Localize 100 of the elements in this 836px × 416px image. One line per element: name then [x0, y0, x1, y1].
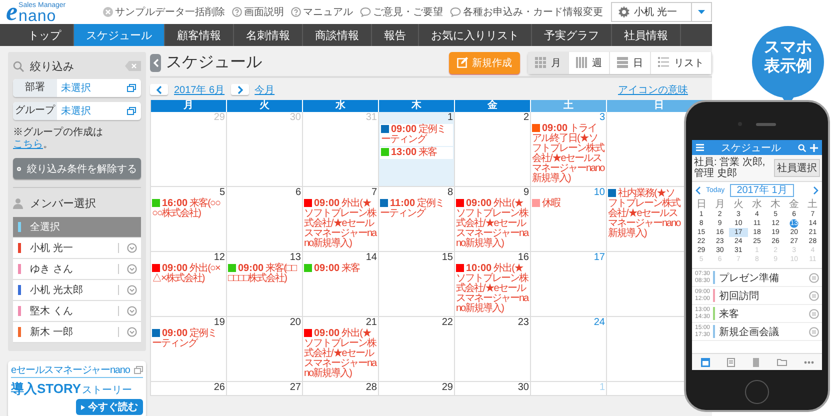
- view-tab[interactable]: リスト: [651, 52, 712, 74]
- calendar-event[interactable]: 09:00 トライアル終了日(★ソフトブレーン株式会社/★eセールスマネージャーnano新規導入): [532, 124, 605, 184]
- staff-label: 社員: 営業 次郎,管理 史郎: [694, 157, 766, 179]
- calendar-event[interactable]: 09:00 外出(★ソフトブレーン株式会社/★eセールスマネージャーnano新規導入): [304, 329, 377, 379]
- chevron-right-icon: [236, 84, 244, 94]
- day-number: 26: [212, 383, 225, 393]
- day-number: 30: [288, 113, 301, 123]
- read-now-button[interactable]: 今すぐ読む: [76, 399, 143, 415]
- weekday-label: 日: [695, 199, 708, 210]
- chevron-left-icon[interactable]: [695, 186, 701, 195]
- search-icon[interactable]: [798, 144, 806, 152]
- day-number: 29: [212, 113, 225, 123]
- header-link[interactable]: サンプルデータ一括削除: [103, 5, 226, 19]
- field-value: 未選択: [60, 82, 92, 95]
- promo-banner[interactable]: eセールスマネージャーnano 導入STORYストーリー 今すぐ読む: [8, 361, 146, 416]
- member-item[interactable]: 小机 光太郎: [13, 280, 141, 301]
- day-number: 29: [440, 383, 453, 393]
- calendar-event[interactable]: 09:00 外出(○×△×株式会社): [152, 264, 225, 284]
- folder-icon[interactable]: [776, 358, 786, 366]
- calendar-event[interactable]: 09:00 来客(□□□□□□株式会社): [228, 264, 301, 284]
- back-button[interactable]: [150, 54, 161, 72]
- menu-icon[interactable]: [696, 144, 704, 151]
- day-number: 8: [446, 188, 453, 198]
- view-tab[interactable]: 日: [610, 52, 651, 74]
- field-label: 部署: [13, 79, 57, 97]
- calendar-event[interactable]: 09:00 来客: [304, 264, 377, 274]
- select-field[interactable]: 部署 未選択: [13, 79, 141, 97]
- day-number: 14: [364, 253, 377, 263]
- day-number: 1: [446, 113, 453, 123]
- collapse-icon[interactable]: [125, 61, 141, 71]
- next-month-button[interactable]: [230, 84, 249, 95]
- building-icon[interactable]: [752, 358, 760, 366]
- clear-filter-button[interactable]: 絞り込み条件を解除する: [13, 158, 141, 179]
- day-number: 21: [364, 318, 377, 328]
- day-number: 15: [440, 253, 453, 263]
- member-item[interactable]: 新木 一郎: [13, 322, 141, 343]
- member-item[interactable]: 堅木 くん: [13, 301, 141, 322]
- menu-circle-icon[interactable]: [809, 326, 819, 336]
- edit-icon: [457, 57, 468, 68]
- comment-icon: [450, 7, 462, 17]
- menu-circle-icon[interactable]: [809, 308, 819, 318]
- day-number: 30: [516, 383, 529, 393]
- calendar-event[interactable]: 09:00 外出(★ソフトブレーン株式会社/★eセールスマネージャーnano新規導入): [456, 199, 529, 249]
- select-field[interactable]: グループ 未選択: [13, 102, 141, 120]
- header-link[interactable]: ご意見・ご要望: [360, 5, 444, 19]
- day-number: 6: [294, 188, 301, 198]
- header-link[interactable]: 各種お申込み・カード情報変更: [450, 5, 604, 19]
- weekday-label: 火: [732, 199, 744, 210]
- calendar-event[interactable]: 09:00 外出(★ソフトブレーン株式会社/★eセールスマネージャーnano新規導入): [304, 199, 377, 249]
- calendar-icon[interactable]: [700, 358, 710, 366]
- search-icon: [13, 60, 24, 72]
- event-title: 初回訪問: [719, 290, 760, 302]
- user-dropdown-button[interactable]: [692, 2, 712, 22]
- weekday-label: 土: [806, 199, 819, 210]
- menu-circle-icon[interactable]: [809, 290, 819, 300]
- view-tab[interactable]: 月: [528, 52, 569, 74]
- member-item[interactable]: 小机 光一: [13, 238, 141, 259]
- user-menu-button[interactable]: 小机 光一: [611, 2, 692, 22]
- day-number: 3: [598, 113, 605, 123]
- weekday-header: 月: [151, 100, 227, 112]
- event-title: 新規企画会議: [719, 326, 780, 338]
- day-number: 17: [592, 253, 605, 263]
- day-number: 28: [364, 383, 377, 393]
- plus-icon[interactable]: [810, 144, 818, 152]
- calendar-event[interactable]: 社内業務(★ソフトブレーン株式会社/★eセールスマネージャーnano新規導入): [608, 189, 683, 239]
- calendar-event[interactable]: 16:00 来客(○○○○株式会社): [152, 199, 225, 219]
- calendar-event[interactable]: 11:00 定例ミーティング: [380, 199, 453, 219]
- list-icon: [658, 57, 669, 68]
- day-number: 1: [598, 383, 605, 393]
- member-item[interactable]: ゆき さん: [13, 259, 141, 280]
- view-tab[interactable]: 週: [569, 52, 610, 74]
- calendar-event[interactable]: 09:00 定例ミーティング: [380, 124, 453, 146]
- header-link[interactable]: マニュアル: [291, 5, 354, 19]
- day-number: 5: [218, 188, 225, 198]
- gear-icon: [618, 6, 630, 18]
- day-number: 7: [370, 188, 377, 198]
- staff-select-button[interactable]: 社員選択: [774, 159, 820, 177]
- day-number: 23: [516, 318, 529, 328]
- calendar-event[interactable]: 09:00 定例ミーティング: [152, 329, 225, 349]
- day-number: 16: [516, 253, 529, 263]
- document-icon[interactable]: [726, 358, 734, 366]
- previous-month-button[interactable]: [150, 84, 168, 95]
- weekday-label: 木: [770, 199, 782, 210]
- logo-name: nano: [18, 10, 56, 23]
- calendar-event[interactable]: 休暇: [532, 199, 605, 209]
- calendar-event[interactable]: 10:00 外出(★ソフトブレーン株式会社/★eセールスマネージャーnano新規導入): [456, 264, 529, 314]
- menu-circle-icon[interactable]: [809, 272, 819, 282]
- weekday-header: 金: [455, 100, 531, 112]
- chevron-right-icon[interactable]: [813, 186, 819, 195]
- more-icon[interactable]: [804, 360, 814, 364]
- calendar-event[interactable]: 13:00 来客: [380, 147, 453, 159]
- person-icon: [13, 198, 24, 208]
- event-title: 来客: [719, 308, 740, 320]
- header-link[interactable]: 画面説明: [232, 5, 284, 19]
- caret-down-icon: [698, 10, 705, 14]
- nav-tab[interactable]: スケジュール: [74, 24, 165, 46]
- weekday-header: 火: [227, 100, 303, 112]
- day-number: 9: [522, 188, 529, 198]
- weekday-label: 水: [750, 199, 763, 210]
- help-icon: [291, 7, 302, 17]
